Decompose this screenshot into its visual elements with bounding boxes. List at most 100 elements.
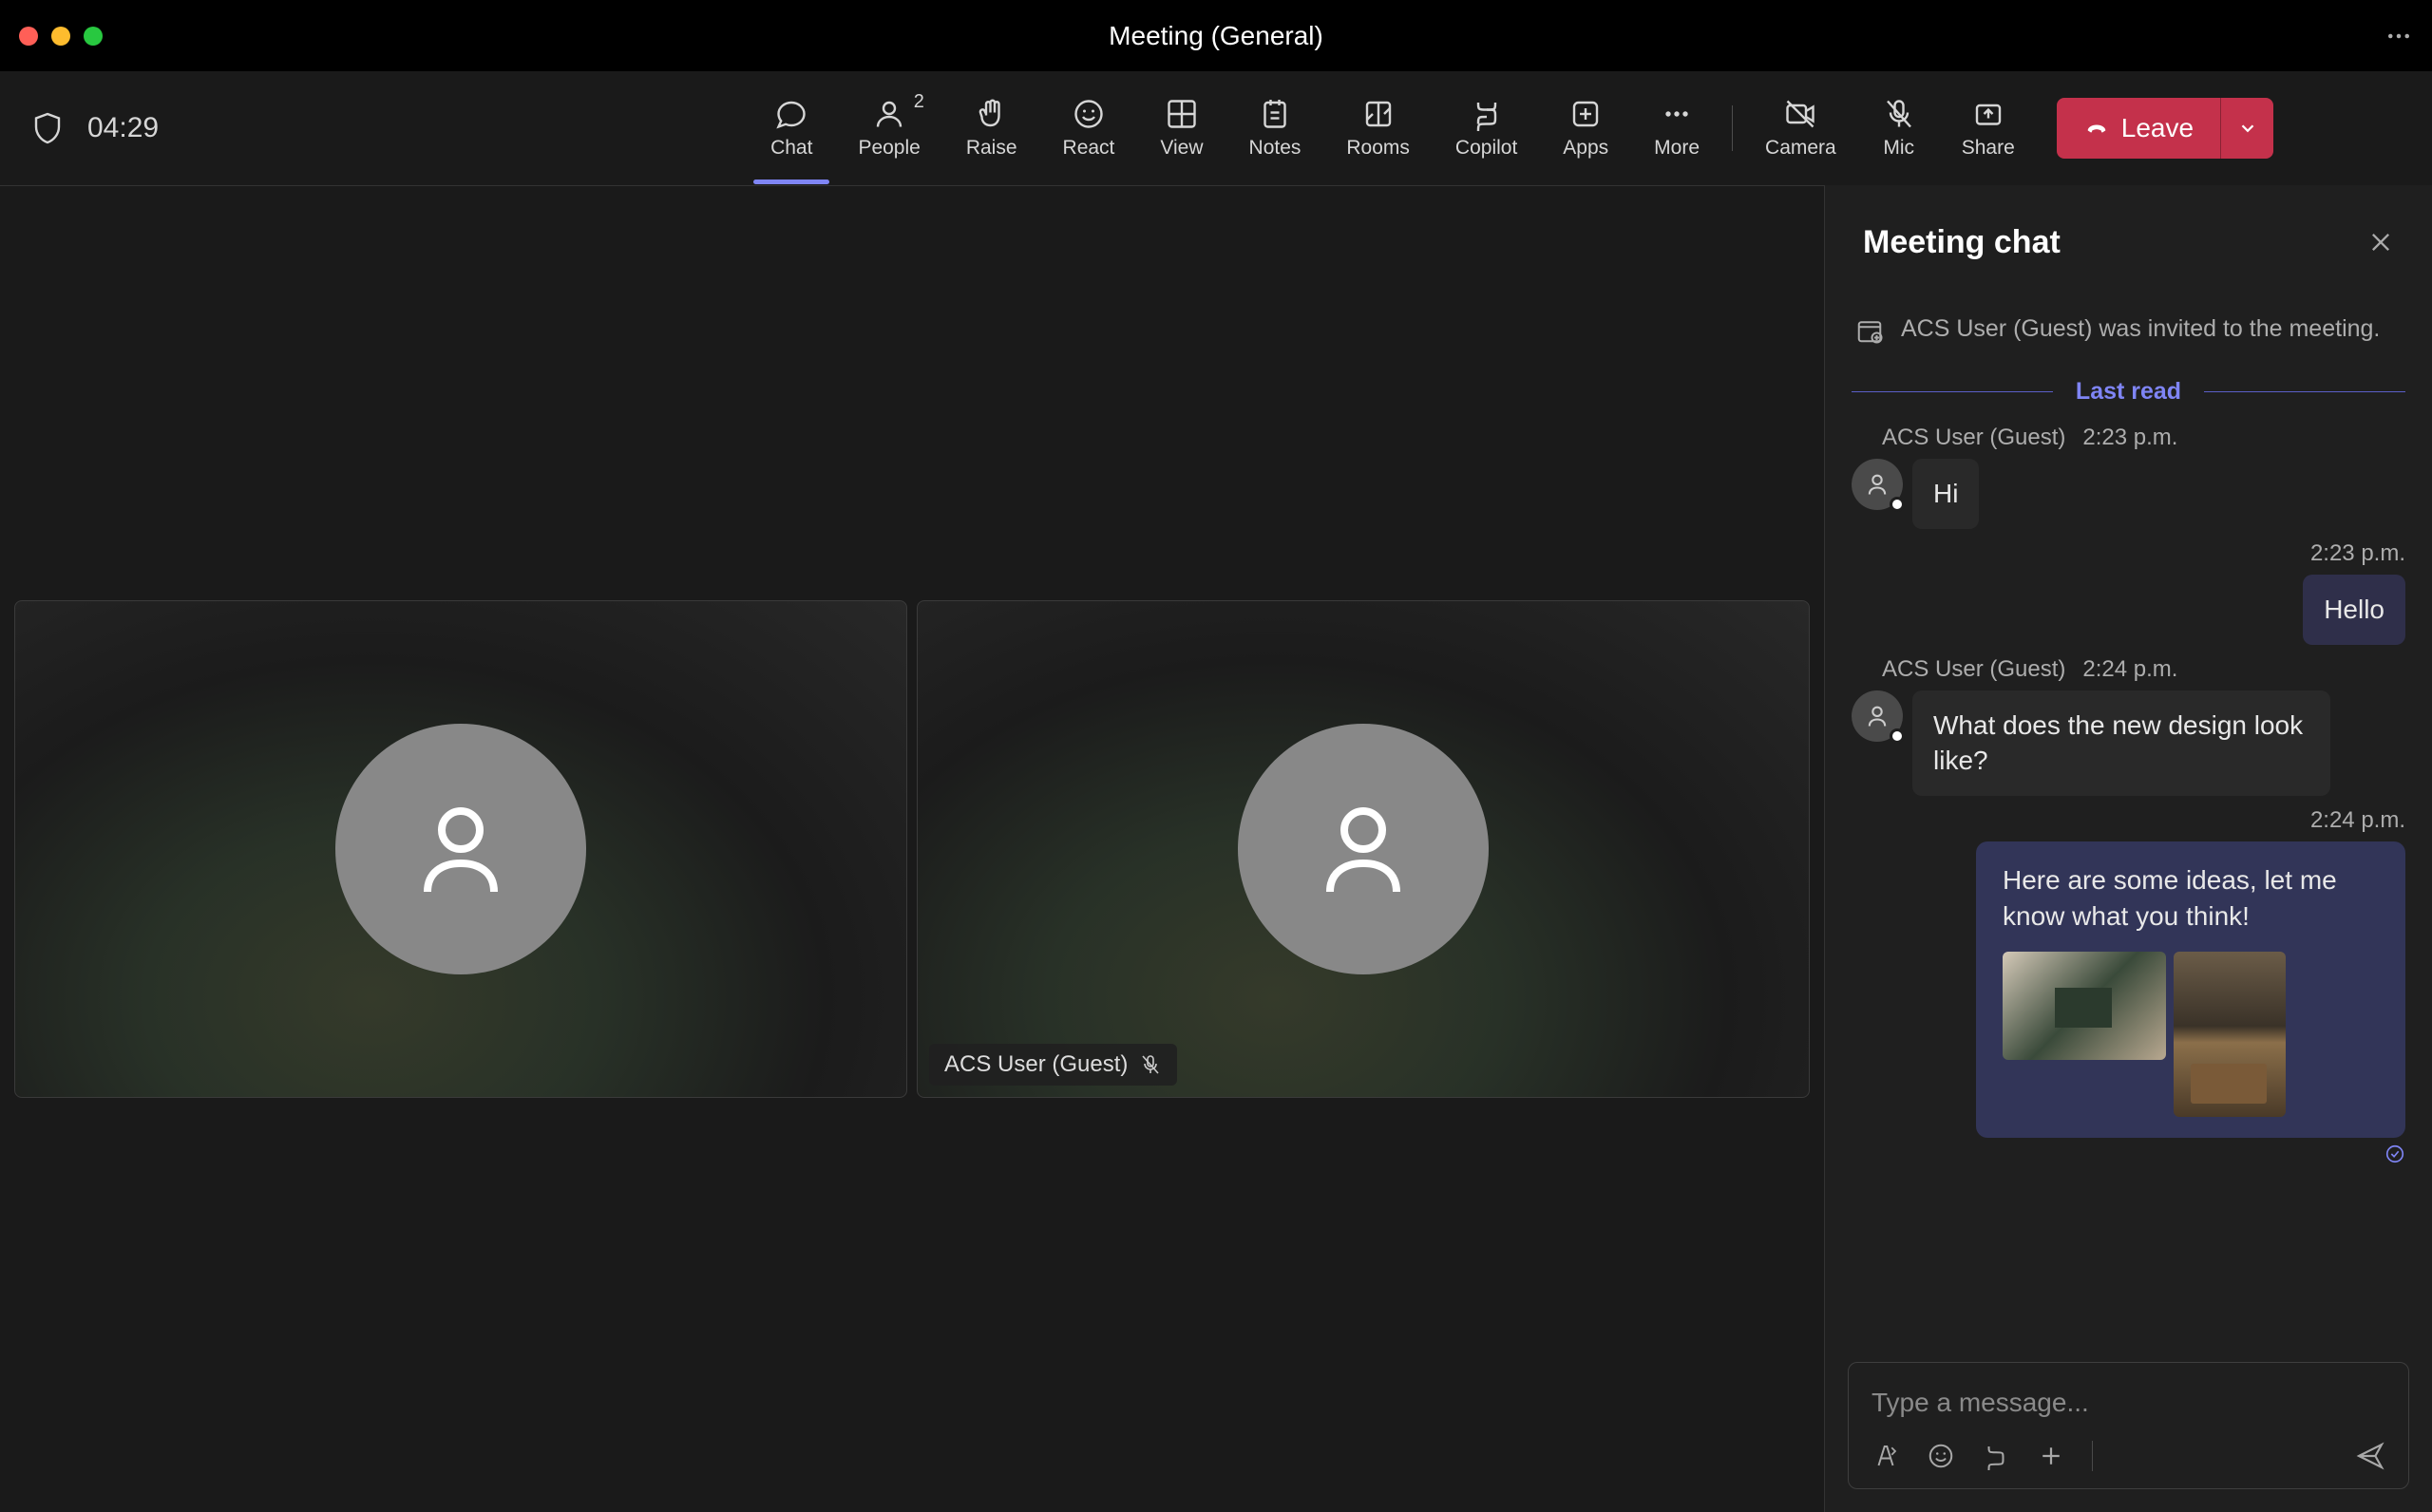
leave-dropdown-button[interactable] xyxy=(2220,98,2273,159)
camera-off-icon xyxy=(1783,97,1817,131)
view-button[interactable]: View xyxy=(1137,87,1226,169)
avatar xyxy=(1852,690,1903,742)
participant-name-tag: ACS User (Guest) xyxy=(929,1044,1177,1086)
title-bar: Meeting (General) xyxy=(0,0,2432,71)
camera-button[interactable]: Camera xyxy=(1742,87,1859,169)
send-button[interactable] xyxy=(2355,1441,2385,1471)
more-ellipsis-icon xyxy=(2384,22,2413,50)
presence-indicator xyxy=(1890,728,1905,744)
copilot-icon xyxy=(1470,97,1504,131)
msg-bubble[interactable]: Hello xyxy=(2303,575,2405,645)
msg-time: 2:23 p.m. xyxy=(2310,540,2405,567)
more-label: More xyxy=(1654,137,1700,160)
share-button[interactable]: Share xyxy=(1939,87,2038,169)
mic-off-icon xyxy=(1882,97,1916,131)
format-button[interactable] xyxy=(1872,1442,1900,1470)
chat-label: Chat xyxy=(770,137,812,160)
compose-divider xyxy=(2092,1441,2093,1471)
chat-close-button[interactable] xyxy=(2367,229,2394,255)
people-tab[interactable]: 2 People xyxy=(835,87,942,169)
react-button[interactable]: React xyxy=(1040,87,1138,169)
chat-icon xyxy=(774,97,808,131)
copilot-label: Copilot xyxy=(1455,137,1517,160)
window-minimize-button[interactable] xyxy=(51,27,70,46)
video-stage: ACS User (Guest) xyxy=(0,185,1824,1512)
meeting-toolbar: 04:29 Chat 2 People Raise React xyxy=(0,71,2432,185)
msg-time: 2:23 p.m. xyxy=(2082,425,2177,451)
rooms-icon xyxy=(1361,97,1396,131)
system-message: ACS User (Guest) was invited to the meet… xyxy=(1852,299,2405,359)
raise-hand-icon xyxy=(975,97,1009,131)
shield-icon[interactable] xyxy=(30,111,65,145)
meeting-timer: 04:29 xyxy=(87,112,159,144)
msg-time: 2:24 p.m. xyxy=(2310,807,2405,834)
msg-bubble[interactable]: Here are some ideas, let me know what yo… xyxy=(1976,841,2405,1138)
avatar-placeholder xyxy=(1238,724,1489,974)
title-more-button[interactable] xyxy=(2384,22,2413,50)
rooms-button[interactable]: Rooms xyxy=(1323,87,1433,169)
notes-label: Notes xyxy=(1249,137,1302,160)
avatar-placeholder xyxy=(335,724,586,974)
more-button[interactable]: More xyxy=(1631,87,1722,169)
chat-message-mine: 2:23 p.m. Hello xyxy=(1852,540,2405,645)
window-close-button[interactable] xyxy=(19,27,38,46)
camera-label: Camera xyxy=(1765,137,1836,160)
person-icon xyxy=(1864,471,1890,498)
react-icon xyxy=(1072,97,1106,131)
loop-icon xyxy=(1982,1442,2010,1470)
msg-time: 2:24 p.m. xyxy=(2082,656,2177,683)
copilot-button[interactable]: Copilot xyxy=(1433,87,1540,169)
notes-icon xyxy=(1258,97,1292,131)
mic-button[interactable]: Mic xyxy=(1859,87,1939,169)
image-attachment[interactable] xyxy=(2003,952,2166,1060)
msg-bubble[interactable]: What does the new design look like? xyxy=(1912,690,2330,797)
chat-panel: Meeting chat ACS User (Guest) was invite… xyxy=(1824,185,2432,1512)
raise-hand-button[interactable]: Raise xyxy=(943,87,1040,169)
view-label: View xyxy=(1160,137,1203,160)
participant-name: ACS User (Guest) xyxy=(944,1051,1128,1078)
loop-button[interactable] xyxy=(1982,1442,2010,1470)
hangup-icon xyxy=(2083,115,2110,142)
apps-icon xyxy=(1568,97,1603,131)
window-title: Meeting (General) xyxy=(1109,21,1323,51)
attached-images xyxy=(2003,952,2379,1117)
share-icon xyxy=(1971,97,2005,131)
video-tile-remote[interactable]: ACS User (Guest) xyxy=(917,600,1810,1098)
leave-button[interactable]: Leave xyxy=(2057,98,2220,159)
apps-button[interactable]: Apps xyxy=(1540,87,1631,169)
chat-header: Meeting chat xyxy=(1825,185,2432,299)
traffic-lights xyxy=(19,27,103,46)
rooms-label: Rooms xyxy=(1346,137,1410,160)
notes-button[interactable]: Notes xyxy=(1226,87,1324,169)
message-input[interactable] xyxy=(1872,1380,2385,1426)
msg-bubble[interactable]: Hi xyxy=(1912,459,1979,529)
view-icon xyxy=(1165,97,1199,131)
apps-label: Apps xyxy=(1563,137,1608,160)
emoji-icon xyxy=(1927,1442,1955,1470)
presence-indicator xyxy=(1890,497,1905,512)
people-label: People xyxy=(858,137,920,160)
msg-text: Here are some ideas, let me know what yo… xyxy=(2003,862,2379,935)
format-icon xyxy=(1872,1442,1900,1470)
chevron-down-icon xyxy=(2237,118,2258,139)
chat-message: ACS User (Guest) 2:24 p.m. What does the… xyxy=(1852,656,2405,797)
window-maximize-button[interactable] xyxy=(84,27,103,46)
video-tile-self[interactable] xyxy=(14,600,907,1098)
last-read-divider: Last read xyxy=(1852,378,2405,406)
mic-muted-icon xyxy=(1139,1053,1162,1076)
compose-box xyxy=(1848,1362,2409,1489)
add-button[interactable] xyxy=(2037,1442,2065,1470)
msg-sender: ACS User (Guest) xyxy=(1882,425,2065,451)
chat-tab[interactable]: Chat xyxy=(748,87,835,169)
leave-label: Leave xyxy=(2121,113,2194,143)
people-count-badge: 2 xyxy=(914,91,924,113)
calendar-add-icon xyxy=(1855,316,1884,345)
chat-message-list: ACS User (Guest) was invited to the meet… xyxy=(1825,299,2432,1339)
more-icon xyxy=(1660,97,1694,131)
chat-title: Meeting chat xyxy=(1863,224,2061,261)
system-message-text: ACS User (Guest) was invited to the meet… xyxy=(1901,312,2380,346)
person-icon xyxy=(404,792,518,906)
raise-label: Raise xyxy=(966,137,1017,160)
emoji-button[interactable] xyxy=(1927,1442,1955,1470)
image-attachment[interactable] xyxy=(2174,952,2286,1117)
